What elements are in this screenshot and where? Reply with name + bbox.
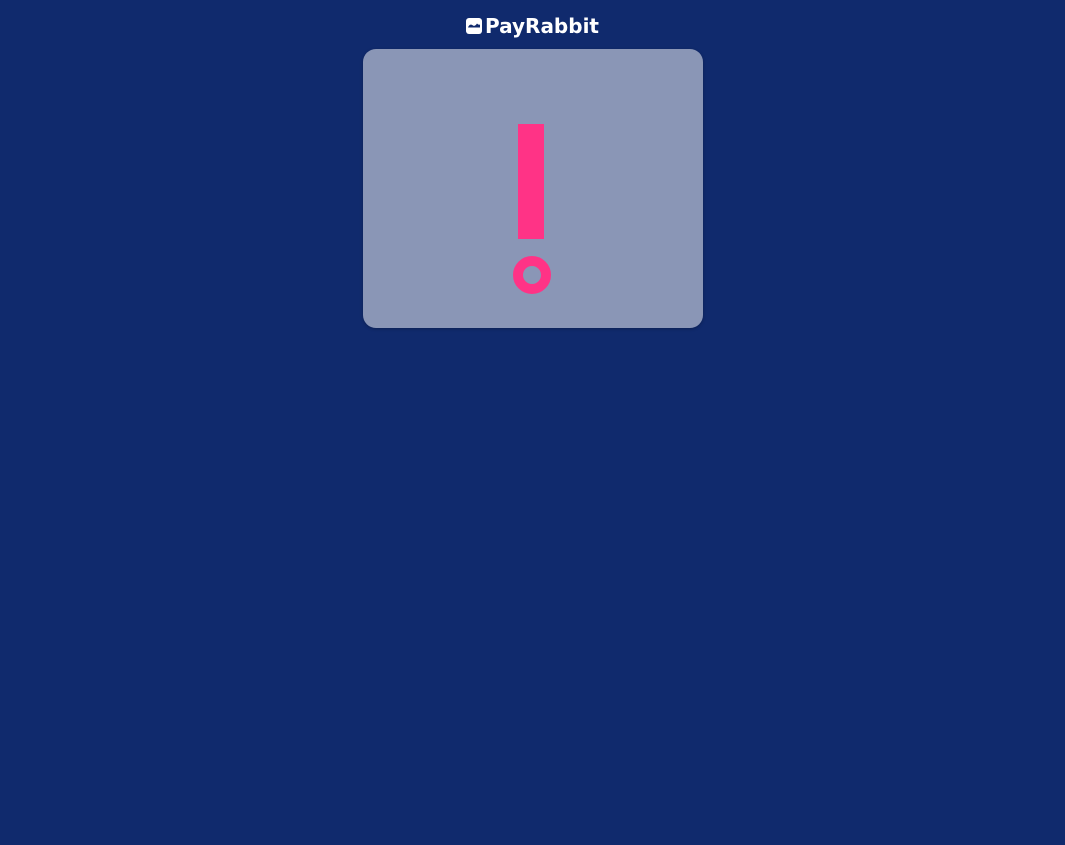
payrabbit-logo-icon — [466, 18, 482, 34]
exclamation-icon — [513, 124, 551, 294]
alert-card — [363, 49, 703, 328]
brand-name: PayRabbit — [485, 14, 599, 38]
alert-illustration — [363, 49, 703, 328]
app-page: PayRabbit — [0, 0, 1065, 845]
exclamation-bar — [518, 124, 544, 239]
brand-header: PayRabbit — [0, 12, 1065, 40]
